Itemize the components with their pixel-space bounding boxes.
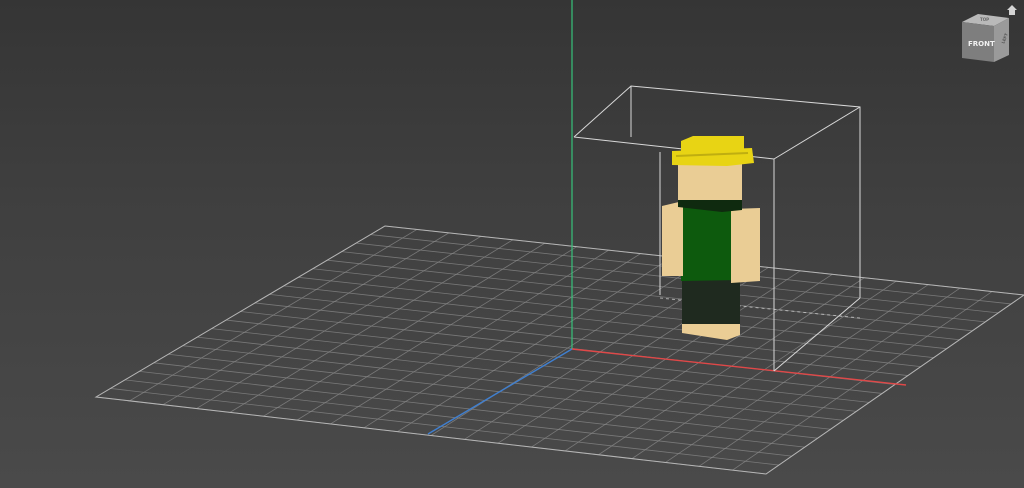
character-shoes[interactable] [682, 324, 740, 340]
grid-border [94, 225, 1024, 475]
viewcube-front-label: FRONT [968, 40, 995, 48]
character-hat-brim[interactable] [672, 148, 754, 166]
ground-grid [94, 225, 1024, 475]
grid-line [110, 388, 779, 466]
viewcube[interactable]: FRONT TOP LEFT [956, 8, 1018, 68]
character-pants[interactable] [682, 278, 740, 328]
viewcube-top-label: TOP [980, 17, 989, 22]
character-left-arm[interactable] [662, 201, 683, 276]
character-right-arm[interactable] [731, 208, 760, 283]
x-axis-line [571, 348, 907, 386]
home-icon[interactable] [1006, 4, 1018, 16]
character-model[interactable] [662, 136, 760, 340]
3d-viewport[interactable]: FRONT TOP LEFT [0, 0, 1024, 488]
scene-canvas[interactable] [0, 0, 1024, 488]
y-axis-line [427, 348, 573, 435]
